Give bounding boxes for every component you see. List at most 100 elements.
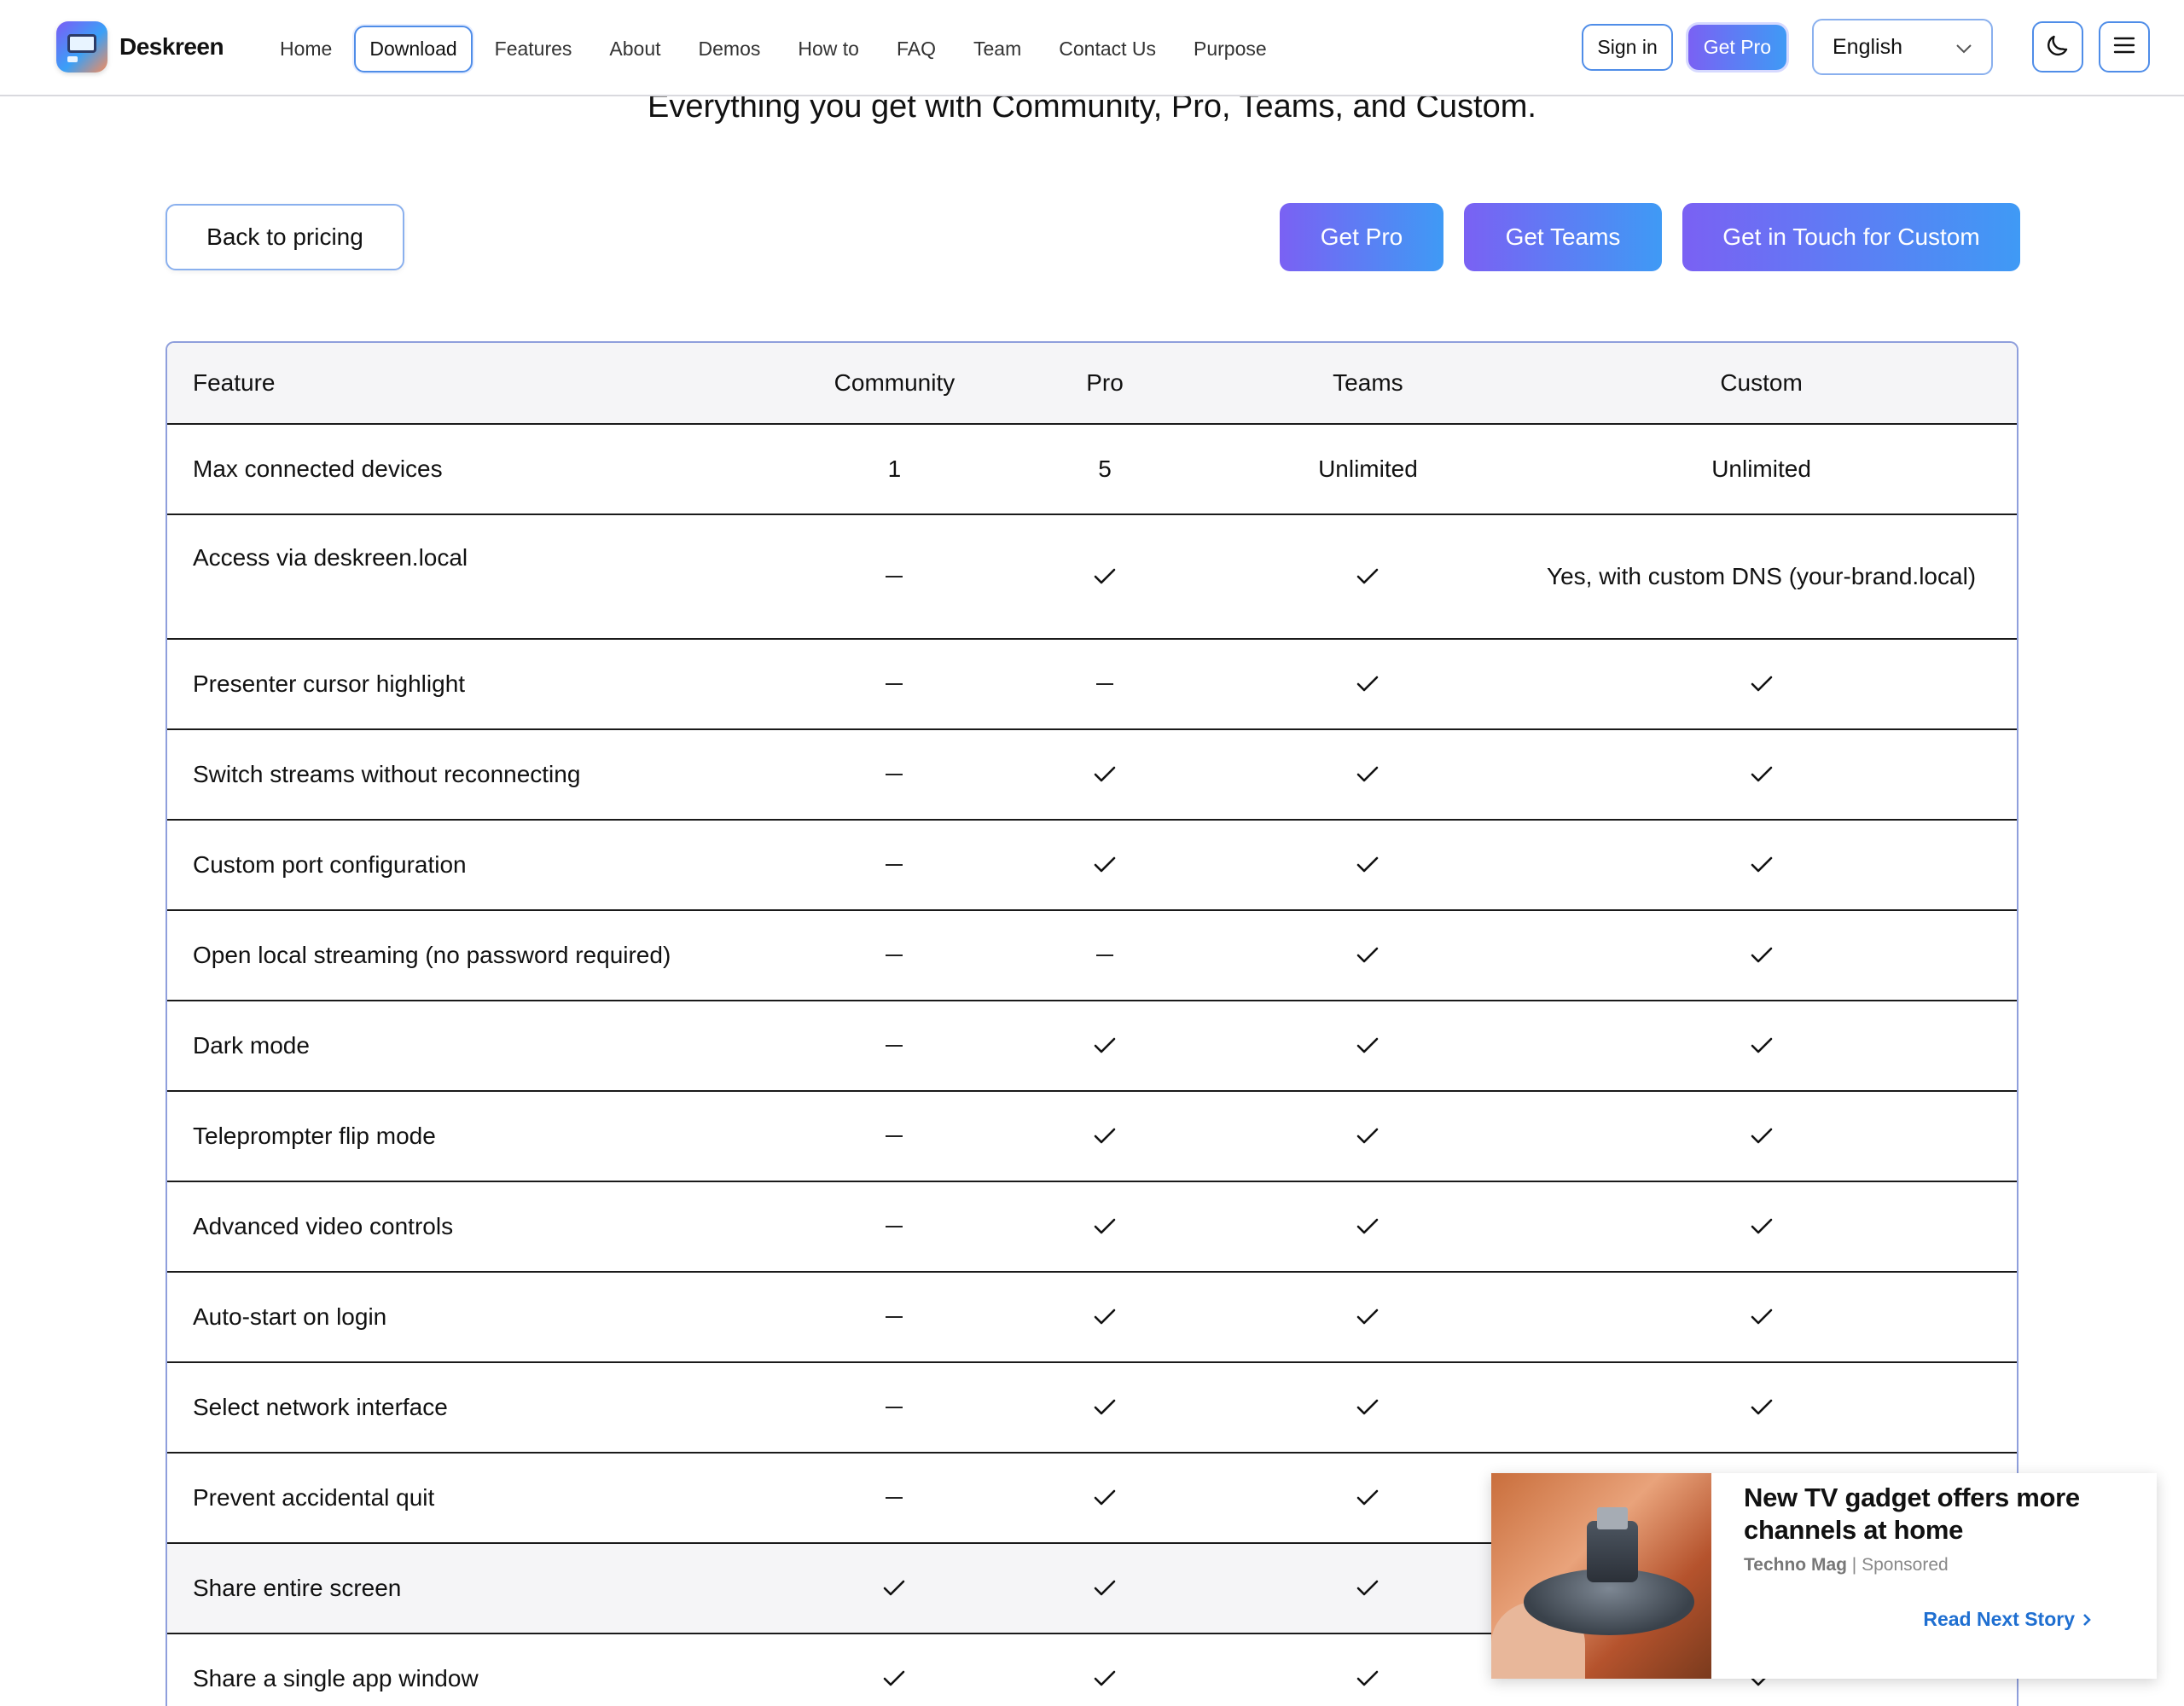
dash-icon [810,1001,980,1090]
nav-contact-us[interactable]: Contact Us [1043,26,1171,73]
table-row: Teleprompter flip mode [167,1092,2017,1182]
feature-name: Share entire screen [193,1575,402,1601]
moon-icon [2044,32,2071,63]
feature-name: Auto-start on login [193,1303,387,1330]
feature-name: Access via deskreen.local [193,544,468,571]
header-get-pro-button[interactable]: Get Pro [1687,24,1786,70]
nav-features[interactable]: Features [479,26,588,73]
nav-about[interactable]: About [594,26,676,73]
nav-home[interactable]: Home [264,26,347,73]
dash-icon [979,911,1229,1000]
main-nav: Home Download Features About Demos How to FAQ T… [264,26,1289,73]
check-icon [810,1634,980,1706]
check-icon [979,1634,1229,1706]
check-icon [979,1092,1229,1181]
check-icon [1230,1001,1506,1090]
teams-value: Unlimited [1318,456,1418,482]
check-icon [1506,1363,2017,1452]
check-icon [1506,911,2017,1000]
language-select-value: English [1833,34,1902,59]
check-icon [1506,730,2017,819]
custom-value: Yes, with custom DNS (your-brand.local) [1546,563,1977,589]
check-icon [1230,730,1506,819]
table-row: Auto-start on login [167,1273,2017,1363]
check-icon [1506,1001,2017,1090]
check-icon [1506,640,2017,728]
get-teams-button[interactable]: Get Teams [1464,203,1662,271]
nav-team[interactable]: Team [958,26,1037,73]
check-icon [979,730,1229,819]
dash-icon [810,1092,980,1181]
check-icon [1230,1092,1506,1181]
get-in-touch-custom-button[interactable]: Get in Touch for Custom [1682,203,2020,271]
feature-name: Presenter cursor highlight [193,670,466,697]
check-icon [979,1544,1229,1633]
brand-name: Deskreen [119,33,224,60]
table-row: Dark mode [167,1001,2017,1092]
check-icon [979,1454,1229,1542]
custom-value: Unlimited [1711,456,1811,482]
brand-link[interactable]: Deskreen [56,21,224,73]
table-row: Open local streaming (no password requir… [167,911,2017,1001]
nav-download[interactable]: Download [354,26,473,73]
pro-value: 5 [1098,456,1112,482]
table-row: Access via deskreen.local Yes, with custo… [167,515,2017,640]
feature-name: Custom port configuration [193,851,467,878]
chevron-down-icon [1955,35,1972,60]
ad-meta: Techno Mag | Sponsored [1744,1555,2135,1575]
get-pro-button[interactable]: Get Pro [1280,203,1443,271]
check-icon [1230,821,1506,909]
column-header-teams: Teams [1333,369,1403,396]
ad-separator: | [1851,1555,1857,1575]
feature-name: Advanced video controls [193,1213,454,1239]
feature-name: Prevent accidental quit [193,1484,435,1511]
check-icon [1230,1273,1506,1361]
dash-icon [810,640,980,728]
check-icon [1230,911,1506,1000]
ad-source: Techno Mag [1744,1555,1847,1575]
community-value: 1 [887,456,902,482]
nav-purpose[interactable]: Purpose [1178,26,1282,73]
dash-icon [810,1454,980,1542]
feature-name: Open local streaming (no password requir… [193,942,671,968]
check-icon [1230,1544,1506,1633]
sign-in-button[interactable]: Sign in [1582,23,1673,71]
header-actions: Sign in Get Pro English [1582,19,2150,75]
nav-how-to[interactable]: How to [782,26,874,73]
ad-sponsored-label: Sponsored [1862,1555,1949,1575]
column-header-feature: Feature [193,369,276,396]
feature-name: Teleprompter flip mode [193,1123,436,1149]
back-to-pricing-button[interactable]: Back to pricing [166,204,404,270]
check-icon [1230,1182,1506,1271]
check-icon [1230,1454,1506,1542]
check-icon [1506,821,2017,909]
menu-button[interactable] [2099,21,2150,73]
language-select[interactable]: English [1812,19,1993,75]
column-header-pro: Pro [1086,369,1124,396]
dash-icon [810,911,980,1000]
check-icon [979,1001,1229,1090]
table-row: Advanced video controls [167,1182,2017,1273]
read-next-story-label: Read Next Story [1923,1608,2075,1630]
check-icon [979,515,1229,638]
check-icon [1230,515,1506,638]
check-icon [1506,1182,2017,1271]
table-row: Custom port configuration [167,821,2017,911]
dash-icon [810,515,980,638]
check-icon [1230,1634,1506,1706]
column-header-custom: Custom [1720,369,1803,396]
ad-image [1491,1473,1711,1679]
check-icon [979,1363,1229,1452]
nav-demos[interactable]: Demos [683,26,776,73]
sponsored-ad-card[interactable]: New TV gadget offers more channels at ho… [1491,1473,2157,1679]
feature-name: Max connected devices [193,456,443,482]
ad-title[interactable]: New TV gadget offers more channels at ho… [1744,1482,2135,1546]
theme-toggle-button[interactable] [2032,21,2083,73]
nav-faq[interactable]: FAQ [881,26,951,73]
read-next-story-link[interactable]: Read Next Story [1923,1608,2092,1631]
ad-body: New TV gadget offers more channels at ho… [1711,1473,2157,1679]
feature-name: Select network interface [193,1394,448,1420]
check-icon [979,821,1229,909]
dash-icon [979,640,1229,728]
site-header: Deskreen Home Download Features About Demos H… [0,0,2184,96]
